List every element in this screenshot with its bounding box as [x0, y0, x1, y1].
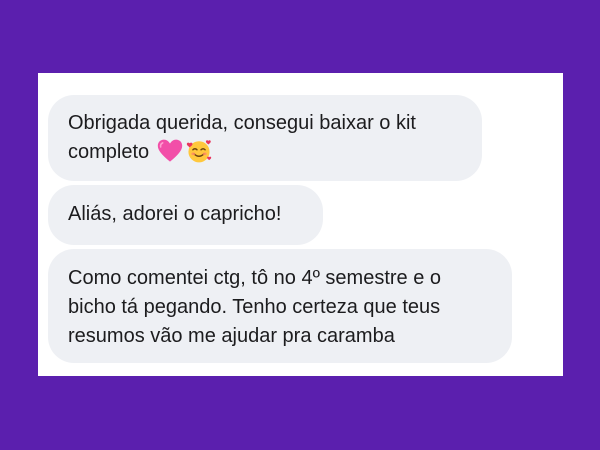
message-text: completo [68, 141, 150, 163]
message-text-line: resumos vão me ajudar pra caramba [68, 325, 395, 347]
smiling-face-with-hearts-icon [186, 139, 212, 163]
chat-card: Obrigada querida, consegui baixar o kit … [38, 73, 563, 376]
message-bubble[interactable]: Como comentei ctg, tô no 4º semestre e o… [48, 249, 512, 363]
pink-heart-icon [157, 139, 183, 162]
message-text-line: Aliás, adorei o capricho! [68, 203, 282, 225]
message-bubble[interactable]: Aliás, adorei o capricho! [48, 185, 323, 245]
message-text-line: Como comentei ctg, tô no 4º semestre e o [68, 267, 442, 289]
message-text-line: completo [68, 138, 464, 167]
message-text-line: Obrigada querida, consegui baixar o kit [68, 112, 416, 134]
message-text-line: bicho tá pegando. Tenho certeza que teus [68, 296, 441, 318]
message-bubble[interactable]: Obrigada querida, consegui baixar o kit … [48, 95, 482, 181]
